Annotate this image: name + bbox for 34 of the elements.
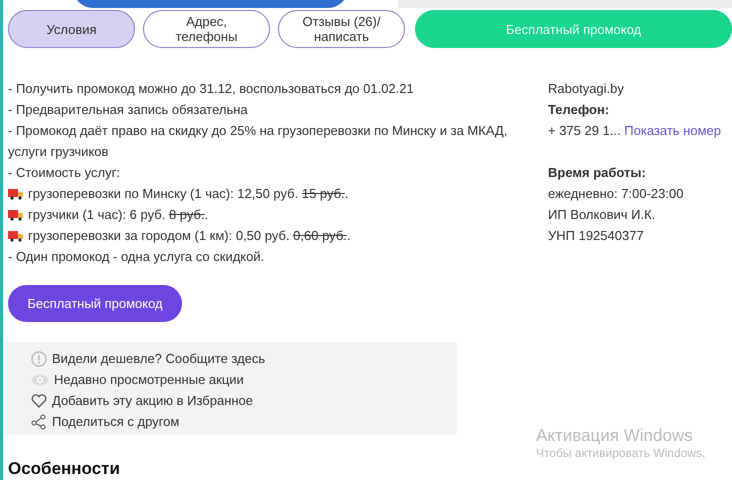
show-number-link[interactable]: Показать номер xyxy=(624,123,721,138)
price-text: грузчики (1 час): 6 руб. 8 руб.. xyxy=(28,206,208,224)
tab[interactable]: Отзывы (26)/ написать xyxy=(278,10,405,48)
promo-code-button[interactable]: Бесплатный промокод xyxy=(8,285,182,322)
activation-text: Чтобы активировать Windows, xyxy=(536,446,706,460)
condition-text: - Промокод даёт право на скидку до 25% на грузоперевозки по Минску и за МКАД, услуги грузчиков xyxy=(8,122,508,161)
hours-text: ежедневно: 7:00-23:00 xyxy=(548,185,684,203)
price-text: грузоперевозки по Минску (1 час): 12,50 руб. 15 руб.. xyxy=(28,185,348,203)
truck-icon xyxy=(8,208,24,220)
tab[interactable]: Адрес, телефоны xyxy=(143,10,270,48)
truck-icon xyxy=(8,230,24,242)
company-name: Rabotyagi.by xyxy=(548,80,625,98)
hours-label: Время работы: xyxy=(548,164,647,182)
action-link[interactable]: Видели дешевле? Сообщите здесь xyxy=(52,348,266,369)
heart-icon xyxy=(31,394,47,408)
condition-text: - Один промокод - одна услуга со скидкой. xyxy=(8,248,264,266)
section-heading: Особенности xyxy=(8,459,121,479)
condition-text: - Стоимость услуг: xyxy=(8,164,120,182)
share-icon xyxy=(31,414,47,430)
action-link[interactable]: Добавить эту акцию в Избранное xyxy=(52,390,254,411)
owner-text: ИП Волкович И.К. xyxy=(548,206,656,224)
price-text: грузоперевозки за городом (1 км): 0,50 руб. 0,60 руб.. xyxy=(28,227,350,245)
tab[interactable]: Условия xyxy=(8,10,135,48)
unp-text: УНП 192540377 xyxy=(548,227,645,245)
phone-label: Телефон: xyxy=(548,101,610,119)
activation-title: Активация Windows xyxy=(536,426,694,446)
action-link[interactable]: Поделиться с другом xyxy=(52,411,180,432)
phone-number: + 375 29 1... xyxy=(548,123,621,138)
exclamation-icon xyxy=(31,350,47,366)
truck-icon xyxy=(8,188,24,200)
action-link[interactable]: Недавно просмотренные акции xyxy=(54,369,244,390)
condition-text: - Предварительная запись обязательна xyxy=(8,101,248,119)
eye-icon xyxy=(31,374,49,386)
condition-text: - Получить промокод можно до 31.12, воспользоваться до 01.02.21 xyxy=(8,80,414,98)
